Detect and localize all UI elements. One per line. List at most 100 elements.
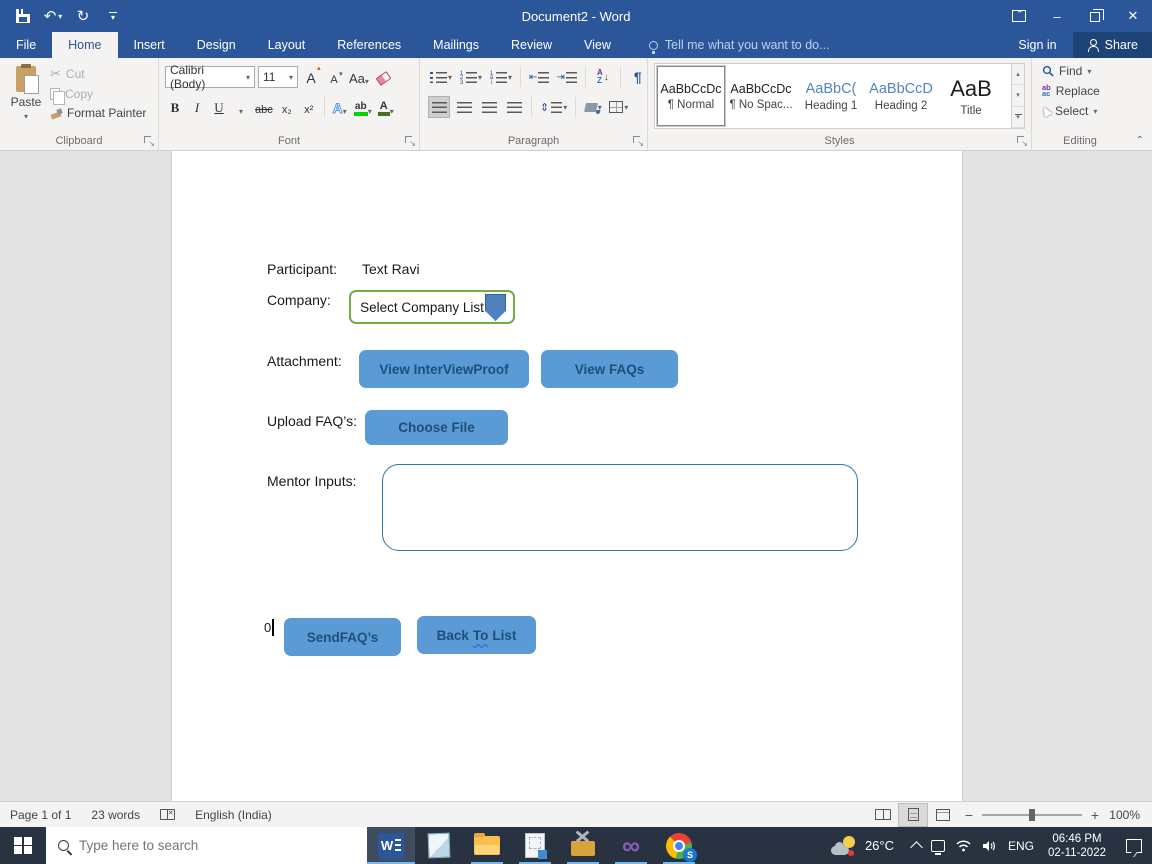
tab-review[interactable]: Review xyxy=(495,32,568,58)
taskbar-visual-studio-button[interactable]: ∞ xyxy=(607,827,655,864)
style-title[interactable]: AaB Title xyxy=(937,66,1005,126)
bullets-button[interactable]: ▾ xyxy=(428,66,454,88)
mentor-inputs-textbox[interactable] xyxy=(382,464,858,551)
customize-qat-button[interactable]: ▾ xyxy=(100,3,126,29)
share-button[interactable]: Share xyxy=(1073,32,1152,58)
grow-font-button[interactable]: A xyxy=(301,66,321,88)
taskbar-chrome-button[interactable]: S xyxy=(655,827,703,864)
decrease-indent-button[interactable]: ⇤ xyxy=(527,66,551,88)
shading-button[interactable]: ▾ xyxy=(582,96,604,118)
align-left-button[interactable] xyxy=(428,96,450,118)
font-name-combo[interactable]: Calibri (Body)▾ xyxy=(165,66,255,88)
sort-button[interactable]: AZ ↓ xyxy=(592,66,614,88)
document-page[interactable]: Participant: Text Ravi Company: Select C… xyxy=(172,151,962,801)
undo-button[interactable]: ↶▾ xyxy=(40,3,66,29)
read-mode-button[interactable] xyxy=(868,803,898,827)
tell-me-box[interactable]: Tell me what you want to do... xyxy=(649,32,830,58)
align-right-button[interactable] xyxy=(478,96,500,118)
tab-view[interactable]: View xyxy=(568,32,627,58)
styles-scroll-down-button[interactable]: ▾ xyxy=(1012,85,1024,106)
text-effects-button[interactable]: A▾ xyxy=(330,96,350,118)
save-button[interactable] xyxy=(10,3,36,29)
copy-button[interactable]: Copy xyxy=(50,87,146,101)
redo-button[interactable]: ↻ xyxy=(70,3,96,29)
print-layout-button[interactable] xyxy=(898,803,928,827)
taskbar-doc-tool-button[interactable] xyxy=(511,827,559,864)
tray-overflow-chevron[interactable] xyxy=(910,841,923,854)
paragraph-dialog-launcher[interactable] xyxy=(633,136,643,146)
weather-widget[interactable]: 26°C xyxy=(823,827,902,864)
underline-button[interactable]: U xyxy=(209,96,229,118)
font-dialog-launcher[interactable] xyxy=(405,136,415,146)
styles-scroll-up-button[interactable]: ▴ xyxy=(1012,64,1024,85)
highlight-color-button[interactable]: ab ▾ xyxy=(352,96,374,118)
styles-more-button[interactable]: ▾ xyxy=(1012,107,1024,128)
taskbar-notepad-button[interactable] xyxy=(415,827,463,864)
format-painter-button[interactable]: Format Painter xyxy=(50,106,146,120)
paste-button[interactable]: Paste ▾ xyxy=(6,64,46,136)
superscript-button[interactable]: x² xyxy=(299,96,319,118)
select-button[interactable]: Select ▾ xyxy=(1042,104,1100,118)
style-heading-1[interactable]: AaBbC( Heading 1 xyxy=(797,66,865,126)
tab-references[interactable]: References xyxy=(321,32,417,58)
strikethrough-button[interactable]: abc xyxy=(253,96,275,118)
clock[interactable]: 06:46 PM 02-11-2022 xyxy=(1044,832,1110,860)
numbering-button[interactable]: 1 2 3▾ xyxy=(457,66,484,88)
cut-button[interactable]: ✂Cut xyxy=(50,66,146,82)
minimize-button[interactable]: – xyxy=(1038,0,1076,32)
clipboard-dialog-launcher[interactable] xyxy=(144,136,154,146)
tab-design[interactable]: Design xyxy=(181,32,252,58)
web-layout-button[interactable] xyxy=(928,803,958,827)
change-case-button[interactable]: Aa▾ xyxy=(347,66,371,88)
find-button[interactable]: Find ▾ xyxy=(1042,64,1100,78)
styles-dialog-launcher[interactable] xyxy=(1017,136,1027,146)
touch-keyboard-icon[interactable] xyxy=(931,840,945,852)
zoom-slider[interactable] xyxy=(982,814,1082,816)
italic-button[interactable]: I xyxy=(187,96,207,118)
style-normal[interactable]: AaBbCcDc ¶ Normal xyxy=(657,66,725,126)
search-input[interactable] xyxy=(79,838,319,853)
word-count[interactable]: 23 words xyxy=(81,808,150,822)
font-size-combo[interactable]: 11▾ xyxy=(258,66,298,88)
increase-indent-button[interactable]: ⇥ xyxy=(554,66,578,88)
zoom-out-button[interactable]: − xyxy=(958,807,980,823)
align-center-button[interactable] xyxy=(453,96,475,118)
language-indicator[interactable]: English (India) xyxy=(185,808,282,822)
tab-layout[interactable]: Layout xyxy=(252,32,322,58)
tab-home[interactable]: Home xyxy=(52,32,117,58)
taskbar-search[interactable] xyxy=(46,827,367,864)
sign-in-button[interactable]: Sign in xyxy=(1002,32,1072,58)
borders-button[interactable]: ▾ xyxy=(607,96,630,118)
taskbar-word-button[interactable]: W xyxy=(367,827,415,864)
clear-formatting-button[interactable] xyxy=(374,66,394,88)
page-count[interactable]: Page 1 of 1 xyxy=(0,808,81,822)
action-center-icon[interactable] xyxy=(1126,839,1142,853)
tab-insert[interactable]: Insert xyxy=(118,32,181,58)
taskbar-file-explorer-button[interactable] xyxy=(463,827,511,864)
multilevel-list-button[interactable]: 1 a i▾ xyxy=(487,66,514,88)
taskbar-admin-tools-button[interactable] xyxy=(559,827,607,864)
shrink-font-button[interactable]: A xyxy=(324,66,344,88)
style-heading-2[interactable]: AaBbCcD Heading 2 xyxy=(867,66,935,126)
show-hide-marks-button[interactable]: ¶ xyxy=(627,66,649,88)
start-button[interactable] xyxy=(0,827,46,864)
justify-button[interactable] xyxy=(503,96,525,118)
send-faqs-button[interactable]: SendFAQ’s xyxy=(284,618,401,656)
subscript-button[interactable]: x₂ xyxy=(277,96,297,118)
view-faqs-button[interactable]: View FAQs xyxy=(541,350,678,388)
style-no-spacing[interactable]: AaBbCcDc ¶ No Spac... xyxy=(727,66,795,126)
view-interviewproof-button[interactable]: View InterViewProof xyxy=(359,350,529,388)
line-spacing-button[interactable]: ⇕▾ xyxy=(538,96,569,118)
close-button[interactable]: ✕ xyxy=(1114,0,1152,32)
language-bar[interactable]: ENG xyxy=(1008,839,1034,853)
collapse-ribbon-button[interactable]: ⌃ xyxy=(1136,135,1144,146)
bold-button[interactable]: B xyxy=(165,96,185,118)
volume-icon[interactable] xyxy=(982,839,998,853)
replace-button[interactable]: abac Replace xyxy=(1042,84,1100,98)
company-dropdown[interactable]: Select Company List xyxy=(349,290,515,324)
proofing-errors-button[interactable] xyxy=(150,809,185,820)
zoom-in-button[interactable]: + xyxy=(1084,807,1106,823)
back-to-list-button[interactable]: Back To List xyxy=(417,616,536,654)
underline-dropdown-icon[interactable]: ▾ xyxy=(231,96,251,118)
wifi-icon[interactable] xyxy=(955,839,972,852)
